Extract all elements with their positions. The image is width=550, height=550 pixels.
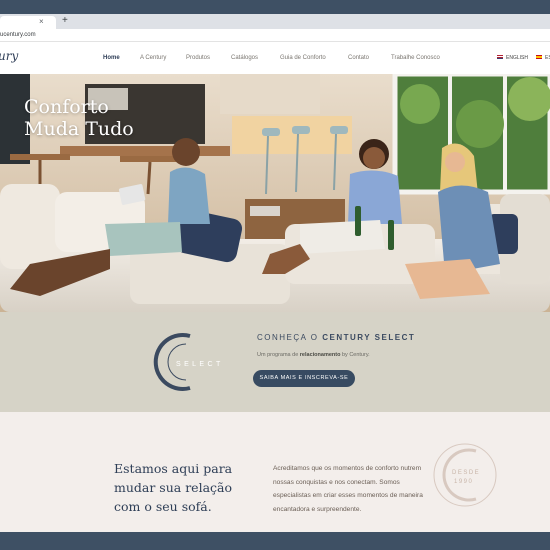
browser-window: × + ucentury.com ury Home A Century Prod…	[0, 14, 550, 532]
select-heading-bold: CENTURY SELECT	[322, 333, 416, 342]
intro-section: Estamos aqui para mudar sua relação com …	[0, 412, 550, 532]
language-english[interactable]: ENGLISH	[497, 54, 528, 62]
intro-text: Acreditamos que os momentos de conforto …	[273, 465, 423, 513]
site-header: ury Home A Century Produtos Catálogos Gu…	[0, 42, 550, 74]
intro-title: Estamos aqui para mudar sua relação com …	[114, 461, 233, 514]
spain-flag-icon	[536, 55, 542, 59]
select-sub-bold: relacionamento	[299, 352, 341, 358]
spanish-label: ES	[545, 55, 550, 61]
browser-tab[interactable]: ×	[0, 16, 56, 29]
close-tab-icon[interactable]: ×	[39, 17, 44, 27]
select-heading: CONHEÇA O CENTURY SELECT	[257, 333, 415, 342]
desde-1990-seal: DESDE 1990	[433, 443, 497, 507]
nav-trabalhe-conosco[interactable]: Trabalhe Conosco	[391, 54, 440, 62]
new-tab-button[interactable]: +	[62, 15, 68, 26]
saiba-mais-button[interactable]: SAIBA MAIS E INSCREVA-SE	[253, 370, 355, 387]
select-heading-prefix: CONHEÇA O	[257, 333, 323, 342]
hero-banner: Conforto Muda Tudo	[0, 74, 550, 312]
nav-catalogos[interactable]: Catálogos	[231, 54, 258, 62]
select-logo-text: SELECT	[176, 361, 224, 368]
nav-produtos[interactable]: Produtos	[186, 54, 210, 62]
nav-guia-de-conforto[interactable]: Guia de Conforto	[280, 54, 326, 62]
url-text[interactable]: ucentury.com	[0, 30, 36, 40]
nav-contato[interactable]: Contato	[348, 54, 369, 62]
us-flag-icon	[497, 55, 503, 59]
site-logo[interactable]: ury	[0, 49, 18, 63]
nav-home[interactable]: Home	[103, 54, 120, 62]
nav-a-century[interactable]: A Century	[140, 54, 166, 62]
hero-title: Conforto Muda Tudo	[24, 96, 134, 140]
century-select-section: SELECT CONHEÇA O CENTURY SELECT Um progr…	[0, 312, 550, 412]
address-bar[interactable]: ucentury.com	[0, 29, 550, 42]
seal-desde-text: DESDE	[452, 470, 480, 476]
seal-year-text: 1990	[454, 479, 473, 485]
select-sub-suffix: by Century.	[340, 352, 370, 358]
century-select-logo: SELECT	[153, 333, 224, 391]
tab-bar: × +	[0, 14, 550, 29]
select-sub-prefix: Um programa de	[257, 352, 300, 358]
language-spanish[interactable]: ES	[536, 54, 550, 62]
english-label: ENGLISH	[506, 55, 528, 61]
select-subtitle: Um programa de relacionamento by Century…	[257, 352, 370, 358]
